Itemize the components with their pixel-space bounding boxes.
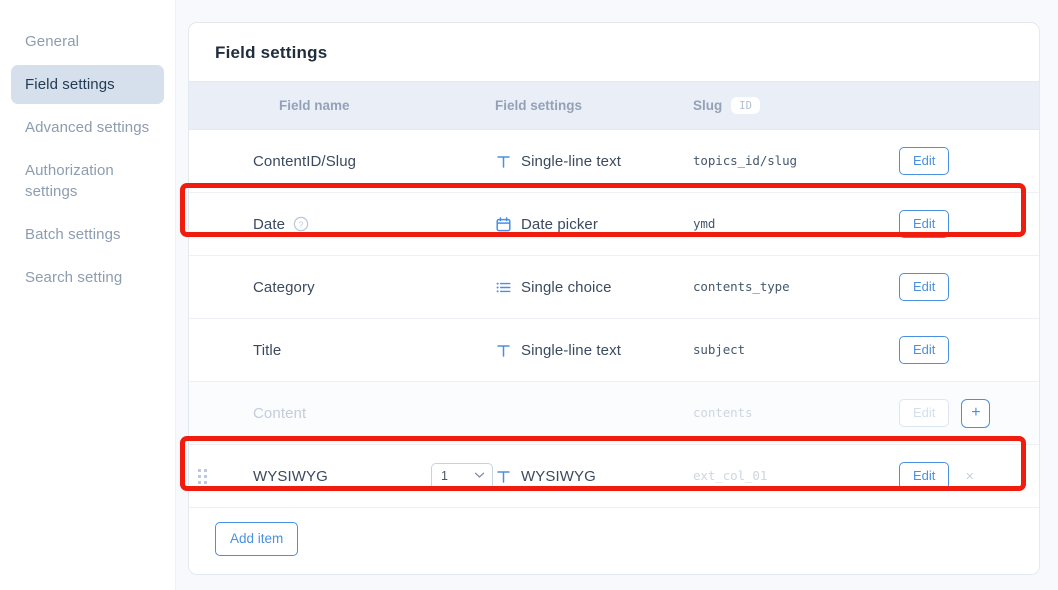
field-type-cell: WYSIWYG xyxy=(495,468,693,485)
field-name-cell: ContentID/Slug xyxy=(215,153,431,170)
table-row: Content contents Edit + xyxy=(189,382,1039,445)
field-type-cell: Single-line text xyxy=(495,342,693,359)
field-type-label: Single-line text xyxy=(521,341,621,359)
field-type-label: Single choice xyxy=(521,278,612,296)
field-count-select[interactable]: 1 xyxy=(431,462,493,490)
page-title: Field settings xyxy=(215,43,328,62)
sidebar-item-authorization-settings[interactable]: Authorization settings xyxy=(11,151,164,211)
slug-value: contents_type xyxy=(693,279,790,294)
field-type-label: Date picker xyxy=(521,215,598,233)
calendar-icon xyxy=(495,216,512,233)
slug-value: contents xyxy=(693,405,753,420)
table-row: Category Single choice contents_type Edi… xyxy=(189,256,1039,319)
page-root: General Field settings Advanced settings… xyxy=(0,0,1058,590)
field-settings-card: Field settings Field name Field settings… xyxy=(188,22,1040,575)
main-content: Field settings Field name Field settings… xyxy=(176,0,1058,590)
edit-button[interactable]: Edit xyxy=(899,147,950,175)
field-name-label: WYSIWYG xyxy=(253,467,328,485)
field-count-value: 1 xyxy=(441,469,448,483)
table-row: Date ? Date picker ymd Edit xyxy=(189,193,1039,256)
field-type-cell: Date picker xyxy=(495,216,693,233)
add-item-button[interactable]: Add item xyxy=(215,522,299,556)
row-actions: Edit xyxy=(891,210,1039,238)
field-type-cell: Single-line text xyxy=(495,153,693,170)
slug-cell: ymd xyxy=(693,215,891,233)
drag-handle-icon[interactable] xyxy=(197,468,207,484)
sidebar-item-advanced-settings[interactable]: Advanced settings xyxy=(11,108,164,147)
row-actions: Edit + xyxy=(891,398,1039,428)
slug-value[interactable]: ext_col_01 xyxy=(693,468,767,483)
edit-button[interactable]: Edit xyxy=(899,210,950,238)
header-slug-label: Slug xyxy=(693,98,723,113)
slug-cell: contents_type xyxy=(693,278,891,296)
field-name-label: Category xyxy=(253,278,315,296)
text-t-icon xyxy=(495,153,512,170)
sidebar-item-search-setting[interactable]: Search setting xyxy=(11,258,164,297)
text-t-icon xyxy=(495,468,512,485)
remove-field-icon[interactable]: × xyxy=(961,467,978,486)
field-type-label: Single-line text xyxy=(521,152,621,170)
field-name-label: ContentID/Slug xyxy=(253,152,357,170)
sidebar-item-batch-settings[interactable]: Batch settings xyxy=(11,215,164,254)
sidebar-item-general[interactable]: General xyxy=(11,22,164,61)
row-actions: Edit × xyxy=(891,462,1039,490)
settings-sidebar: General Field settings Advanced settings… xyxy=(0,0,176,590)
slug-value: subject xyxy=(693,342,745,357)
field-type-cell: Single choice xyxy=(495,279,693,296)
sidebar-item-field-settings[interactable]: Field settings xyxy=(11,65,164,104)
slug-cell: subject xyxy=(693,341,891,359)
slug-value: topics_id/slug xyxy=(693,153,797,168)
slug-cell: contents xyxy=(693,404,891,422)
row-handle-cell xyxy=(189,468,215,484)
header-slug: Slug ID xyxy=(693,97,891,114)
table-row: Title Single-line text subject Edit xyxy=(189,319,1039,382)
header-field-settings: Field settings xyxy=(495,98,583,113)
edit-button: Edit xyxy=(899,399,950,427)
field-name-label: Title xyxy=(253,341,282,359)
header-field-name: Field name xyxy=(279,98,350,113)
slug-cell: ext_col_01 xyxy=(693,467,891,485)
table-row: WYSIWYG 1 WYSIWYG ext_col_01 Edit × xyxy=(189,445,1039,508)
row-actions: Edit xyxy=(891,336,1039,364)
field-type-label: WYSIWYG xyxy=(521,467,596,485)
edit-button[interactable]: Edit xyxy=(899,462,950,490)
field-name-cell: Content xyxy=(215,405,431,422)
header-id-badge: ID xyxy=(731,97,760,114)
row-actions: Edit xyxy=(891,273,1039,301)
list-icon xyxy=(495,279,512,296)
field-name-cell: Category xyxy=(215,279,431,296)
help-circle-icon[interactable]: ? xyxy=(293,216,309,232)
field-name-cell: Date ? xyxy=(215,216,431,233)
table-row: ContentID/Slug Single-line text topics_i… xyxy=(189,130,1039,193)
row-select-cell: 1 xyxy=(431,462,495,490)
card-footer: Add item xyxy=(189,508,1039,574)
field-name-label: Date xyxy=(253,215,286,233)
slug-cell: topics_id/slug xyxy=(693,152,891,170)
field-name-cell: WYSIWYG xyxy=(215,468,431,485)
edit-button[interactable]: Edit xyxy=(899,336,950,364)
add-field-button[interactable]: + xyxy=(961,398,991,428)
table-header-row: Field name Field settings Slug ID xyxy=(189,81,1039,130)
edit-button[interactable]: Edit xyxy=(899,273,950,301)
field-name-label: Content xyxy=(253,404,307,422)
text-t-icon xyxy=(495,342,512,359)
row-actions: Edit xyxy=(891,147,1039,175)
svg-text:?: ? xyxy=(299,220,304,229)
chevron-down-icon xyxy=(474,471,485,482)
slug-value: ymd xyxy=(693,216,716,231)
field-name-cell: Title xyxy=(215,342,431,359)
